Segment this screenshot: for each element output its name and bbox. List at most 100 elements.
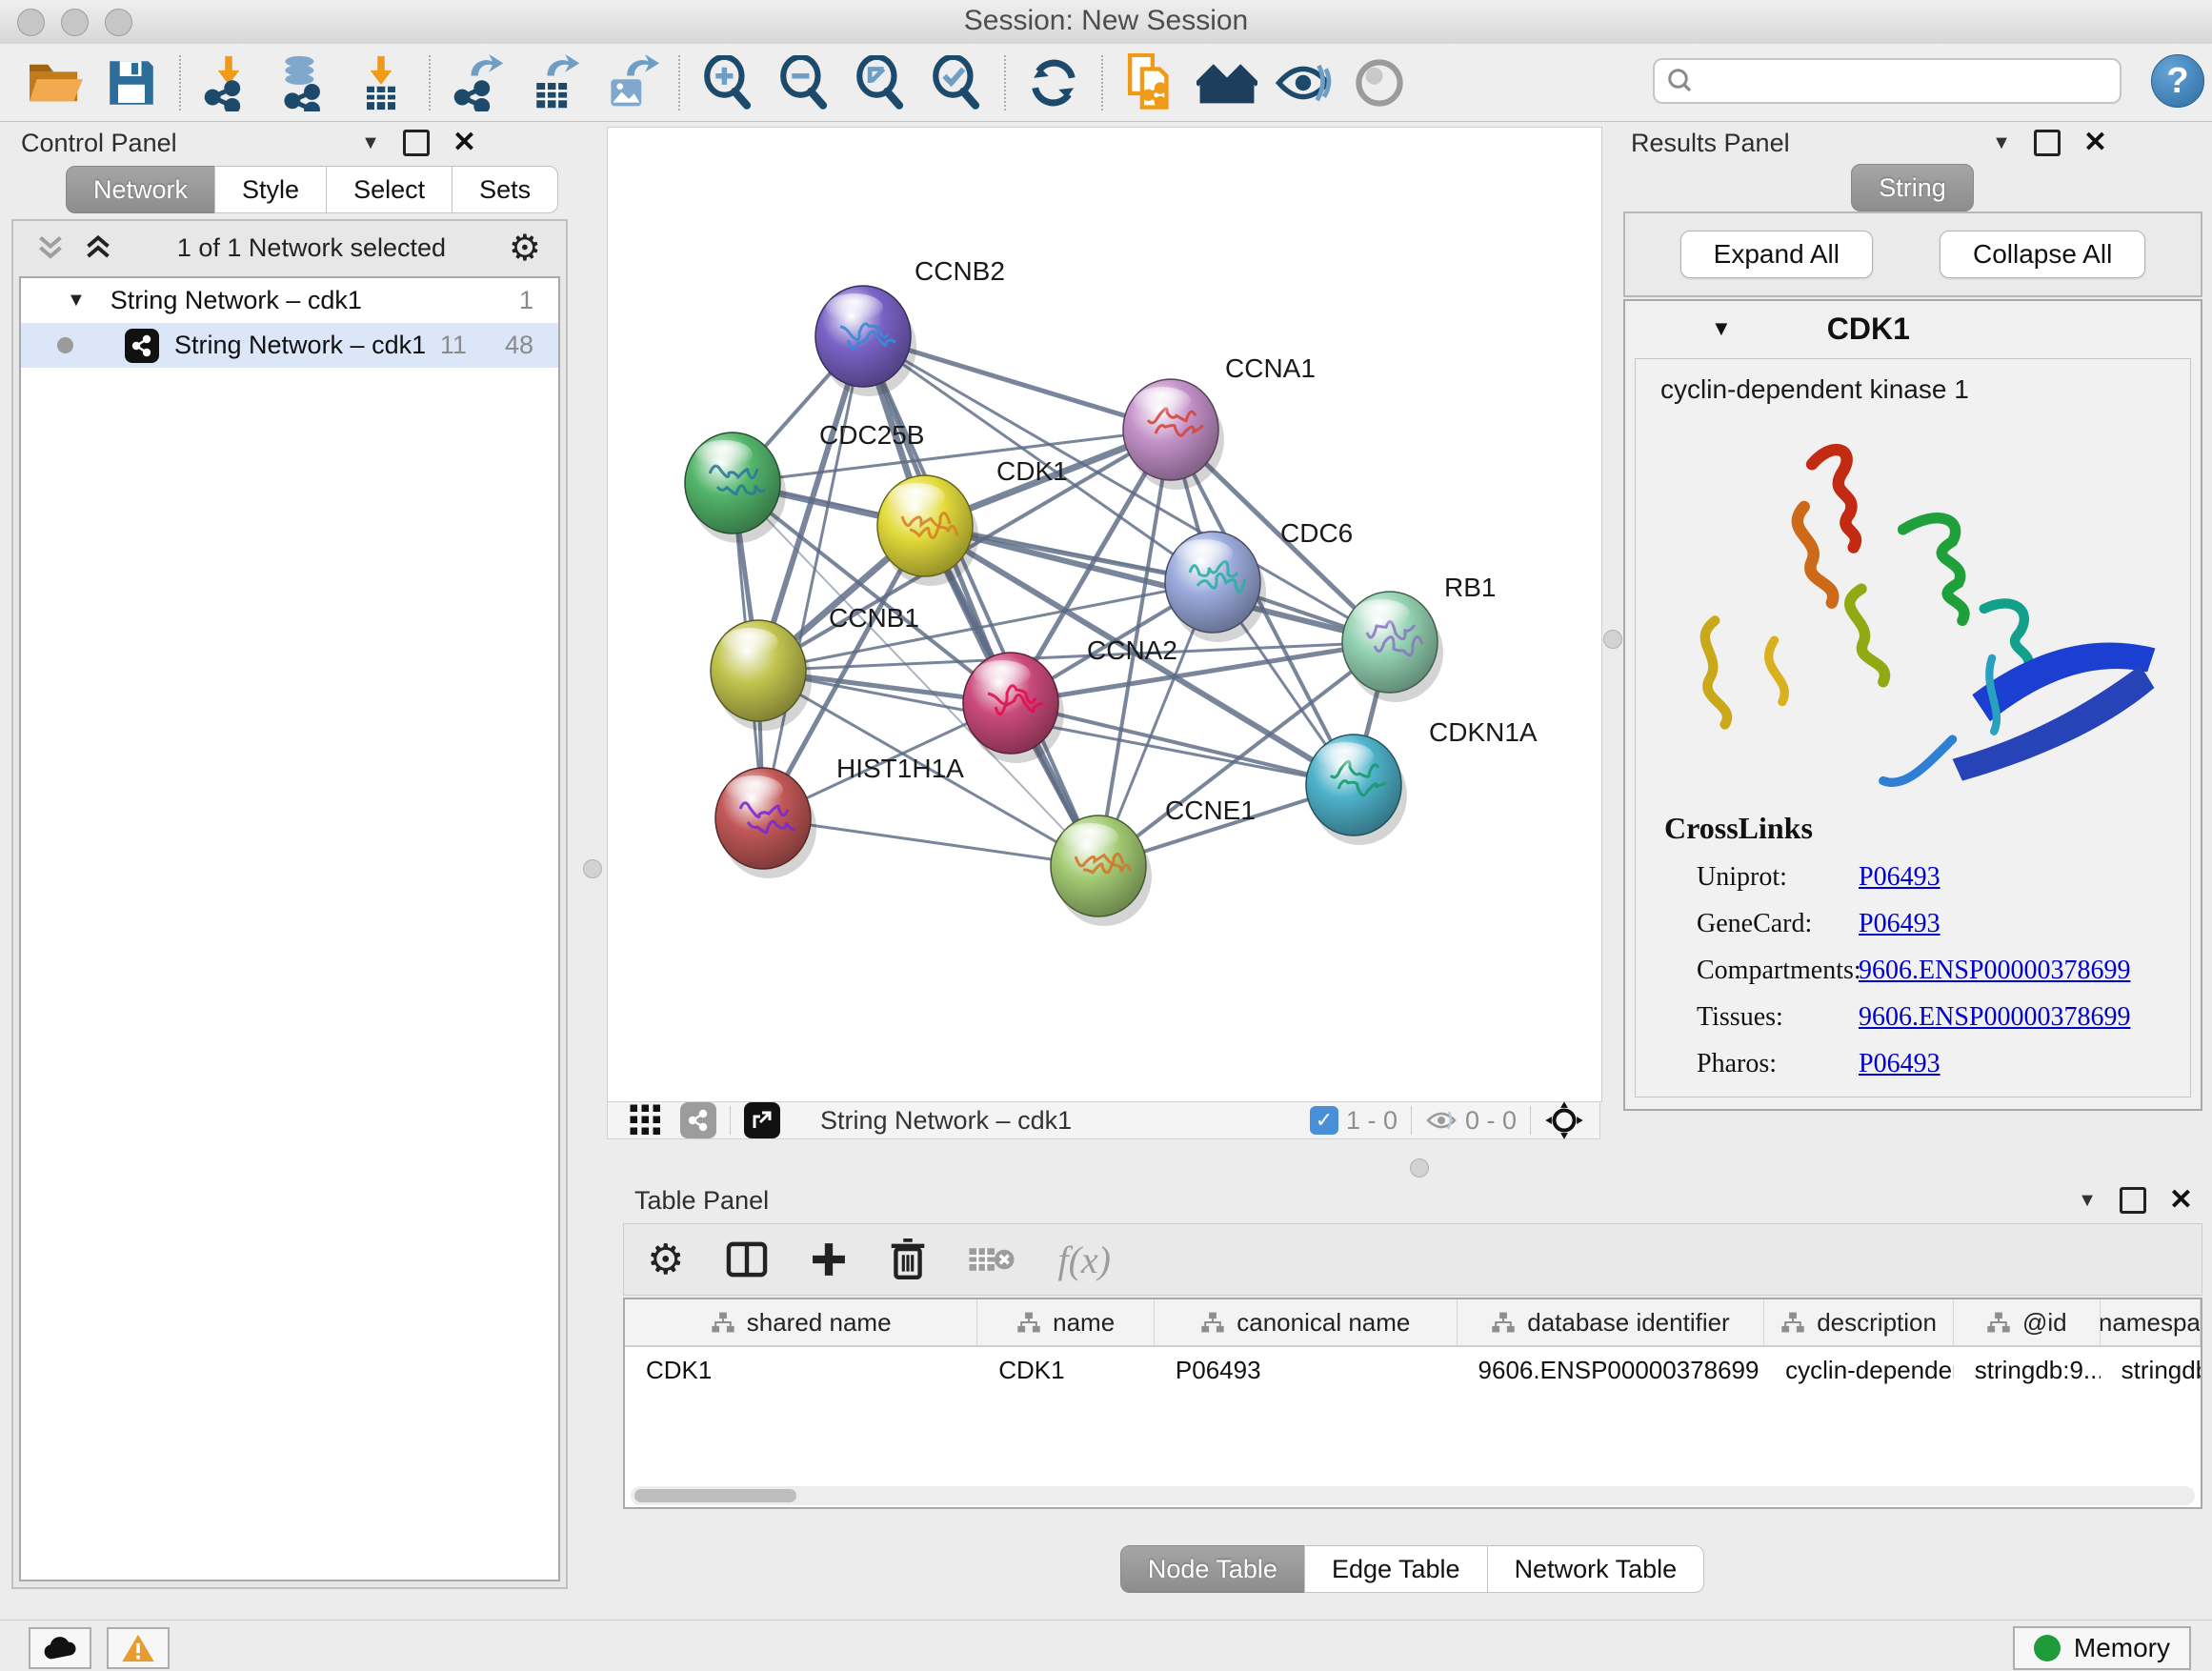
- network-view[interactable]: CCNB2CCNA1CDC25BCDK1CDC6RB1CCNB1CCNA2CDK…: [607, 127, 1602, 1102]
- database-import-icon: [276, 54, 333, 111]
- table-settings-gear-icon[interactable]: ⚙: [647, 1236, 684, 1284]
- table-cell[interactable]: P06493: [1155, 1347, 1458, 1393]
- search-field[interactable]: [1653, 58, 2122, 104]
- warning-status-button[interactable]: [107, 1627, 170, 1669]
- export-table-button[interactable]: [516, 51, 593, 114]
- table-cell[interactable]: CDK1: [977, 1347, 1155, 1393]
- search-input[interactable]: [1704, 66, 2108, 97]
- network-graph[interactable]: CCNB2CCNA1CDC25BCDK1CDC6RB1CCNB1CCNA2CDK…: [608, 128, 1601, 1101]
- tab-style[interactable]: Style: [214, 166, 327, 213]
- node-details-header[interactable]: ▼ CDK1: [1625, 301, 2201, 356]
- zoom-in-button[interactable]: [690, 51, 766, 114]
- tab-edge-table[interactable]: Edge Table: [1304, 1545, 1488, 1593]
- tab-string[interactable]: String: [1851, 164, 1974, 211]
- network-edge-count: 48: [505, 331, 533, 360]
- panel-float-icon[interactable]: [2034, 130, 2061, 156]
- split-table-icon[interactable]: [726, 1240, 768, 1278]
- hide-glass-eye-button[interactable]: [1265, 51, 1341, 114]
- show-glass-eye-button[interactable]: [1341, 51, 1418, 114]
- add-column-icon[interactable]: [810, 1240, 848, 1278]
- network-collection-row[interactable]: ▼ String Network – cdk1 1: [21, 278, 558, 323]
- table-cell[interactable]: CDK1: [625, 1347, 977, 1393]
- tab-network[interactable]: Network: [66, 166, 215, 213]
- table-cell[interactable]: cyclin-dependent ...: [1764, 1347, 1954, 1393]
- tab-sets[interactable]: Sets: [452, 166, 558, 213]
- gear-icon[interactable]: ⚙: [509, 227, 541, 270]
- results-panel-tabs: String: [1619, 164, 2206, 211]
- help-button[interactable]: ?: [2151, 54, 2204, 108]
- application-window: Session: New Session: [0, 0, 2212, 1671]
- tab-select[interactable]: Select: [326, 166, 452, 213]
- string-homology-button[interactable]: [1189, 51, 1265, 114]
- export-network-button[interactable]: [440, 51, 516, 114]
- panel-menu-caret-icon[interactable]: ▼: [361, 132, 380, 154]
- bottom-splitter-handle[interactable]: [1410, 1158, 1429, 1178]
- column-header-name[interactable]: name: [977, 1299, 1155, 1345]
- panel-float-icon[interactable]: [403, 130, 430, 156]
- crosslink-link[interactable]: P06493: [1859, 1049, 1941, 1079]
- node-details-body: cyclin-dependent kinase 1 CrossLi: [1635, 358, 2191, 1097]
- column-header-shared-name[interactable]: shared name: [625, 1299, 977, 1345]
- section-expander-icon[interactable]: ▼: [1711, 316, 1732, 341]
- network-collection-count: 1: [519, 286, 533, 315]
- panel-float-icon[interactable]: [2120, 1187, 2146, 1214]
- node-table[interactable]: shared namenamecanonical namedatabase id…: [623, 1298, 2202, 1509]
- copy-document-icon: [1122, 53, 1179, 112]
- table-cell[interactable]: stringdb: [2101, 1347, 2201, 1393]
- open-session-button[interactable]: [17, 51, 93, 114]
- collapse-all-button[interactable]: Collapse All: [1940, 231, 2145, 278]
- zoom-selected-button[interactable]: [918, 51, 995, 114]
- crosshair-icon[interactable]: [1544, 1100, 1584, 1140]
- memory-button[interactable]: Memory: [2013, 1626, 2191, 1670]
- network-birdseye-share-icon[interactable]: [680, 1102, 716, 1138]
- column-header-@id[interactable]: @id: [1954, 1299, 2101, 1345]
- scrollbar-thumb[interactable]: [634, 1489, 796, 1502]
- chevron-double-down-icon[interactable]: [34, 233, 67, 262]
- panel-close-icon[interactable]: ✕: [2083, 132, 2107, 153]
- tab-node-table[interactable]: Node Table: [1120, 1545, 1305, 1593]
- table-cell[interactable]: stringdb:9...: [1954, 1347, 2101, 1393]
- import-network-button[interactable]: [191, 51, 267, 114]
- network-label: String Network – cdk1: [174, 331, 440, 360]
- delete-column-icon[interactable]: [890, 1238, 926, 1280]
- network-row[interactable]: String Network – cdk1 11 48: [21, 323, 558, 368]
- zoom-fit-icon: [853, 55, 908, 111]
- column-header-namespac[interactable]: namespac: [2101, 1299, 2201, 1345]
- crosslink-link[interactable]: 9606.ENSP00000378699: [1859, 956, 2130, 986]
- tab-network-table[interactable]: Network Table: [1487, 1545, 1705, 1593]
- tree-expander-icon[interactable]: ▼: [67, 290, 86, 312]
- crosslinks-title: CrossLinks: [1636, 811, 2190, 846]
- import-network-from-database-button[interactable]: [267, 51, 343, 114]
- column-header-canonical-name[interactable]: canonical name: [1155, 1299, 1458, 1345]
- left-splitter-handle[interactable]: [583, 859, 602, 878]
- expand-all-button[interactable]: Expand All: [1680, 231, 1873, 278]
- column-header-description[interactable]: description: [1764, 1299, 1954, 1345]
- open-in-new-window-icon[interactable]: [744, 1102, 780, 1138]
- grid-view-icon[interactable]: [629, 1103, 663, 1137]
- crosslink-link[interactable]: 9606.ENSP00000378699: [1859, 1002, 2130, 1033]
- cloud-status-button[interactable]: [29, 1627, 91, 1669]
- delete-table-icon[interactable]: [968, 1242, 1016, 1277]
- panel-menu-caret-icon[interactable]: ▼: [2078, 1190, 2097, 1212]
- panel-menu-caret-icon[interactable]: ▼: [1992, 132, 2011, 154]
- function-builder-icon[interactable]: f(x): [1057, 1238, 1111, 1282]
- panel-close-icon[interactable]: ✕: [2169, 1190, 2193, 1211]
- zoom-out-button[interactable]: [766, 51, 842, 114]
- selected-checkbox-icon[interactable]: ✓: [1310, 1106, 1338, 1135]
- table-cell[interactable]: 9606.ENSP00000378699: [1458, 1347, 1765, 1393]
- column-header-database-identifier[interactable]: database identifier: [1458, 1299, 1765, 1345]
- save-session-button[interactable]: [93, 51, 170, 114]
- chevron-double-up-icon[interactable]: [82, 233, 114, 262]
- import-table-button[interactable]: [343, 51, 419, 114]
- panel-close-icon[interactable]: ✕: [452, 132, 476, 153]
- crosslink-link[interactable]: P06493: [1859, 862, 1941, 893]
- hidden-counts: 0 - 0: [1425, 1106, 1517, 1136]
- horizontal-scrollbar[interactable]: [631, 1486, 2195, 1505]
- table-row[interactable]: CDK1CDK1P064939606.ENSP00000378699cyclin…: [625, 1347, 2201, 1393]
- export-image-button[interactable]: [593, 51, 669, 114]
- zoom-fit-button[interactable]: [842, 51, 918, 114]
- refresh-button[interactable]: [1016, 51, 1092, 114]
- crosslink-link[interactable]: P06493: [1859, 909, 1941, 939]
- copy-network-button[interactable]: [1113, 51, 1189, 114]
- cloud-icon: [42, 1635, 78, 1661]
